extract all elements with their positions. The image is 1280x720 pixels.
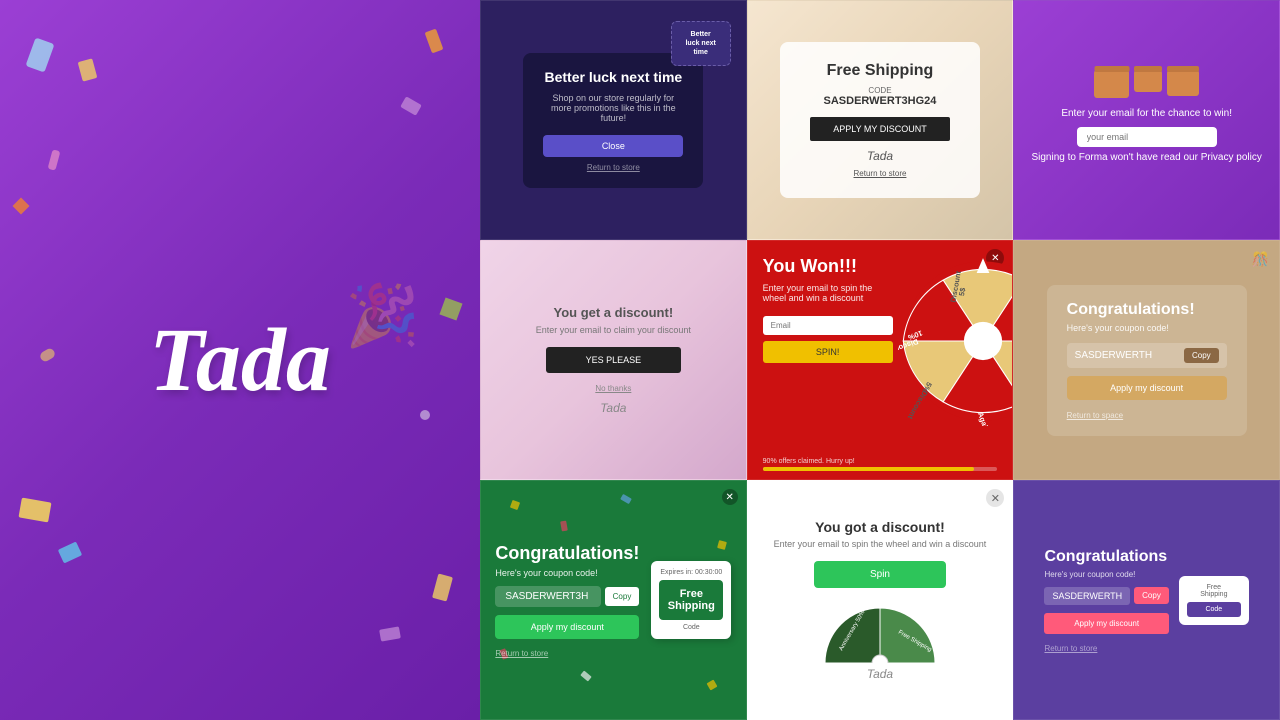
- card7-title: Congratulations!: [495, 543, 639, 564]
- apply-discount-button[interactable]: Apply my discount: [495, 615, 639, 639]
- progress-text: 90% offers claimed. Hurry up!: [763, 458, 998, 465]
- coupon-widget: FreeShipping Code: [1179, 576, 1249, 625]
- apply-discount-button[interactable]: Apply my discount: [1044, 613, 1168, 634]
- ticket-line3: time: [682, 48, 720, 57]
- coupon-code-row: SASDERWERTH Copy: [1067, 343, 1227, 368]
- card9-title: Congratulations: [1044, 548, 1168, 566]
- return-link[interactable]: Return to store: [543, 163, 683, 172]
- card2-title: Free Shipping: [810, 62, 950, 80]
- coupon-widget: Expires in: 00:30:00 FreeShipping Code: [651, 561, 731, 639]
- card5-subtitle: Enter your email to spin the wheel and w…: [763, 283, 893, 303]
- close-icon[interactable]: ✕: [722, 489, 738, 505]
- package-icon: [1134, 70, 1162, 92]
- confetti-decoration: 🎊: [1252, 251, 1269, 268]
- svg-text:Discount: Discount: [905, 389, 929, 421]
- progress-fill: [763, 467, 974, 471]
- copy-button[interactable]: Copy: [1134, 587, 1169, 604]
- return-link[interactable]: Return to store: [810, 169, 950, 178]
- card8-subtitle: Enter your email to spin the wheel and w…: [770, 539, 990, 549]
- yes-please-button[interactable]: YES PLEASE: [546, 347, 682, 373]
- mini-spin-wheel: Anniversary 50% Free Shipping: [820, 603, 940, 663]
- card6-subtitle: Here's your coupon code!: [1067, 323, 1227, 333]
- ticket-line1: Better: [682, 30, 720, 39]
- popup-card-congrats-purple: Congratulations Here's your coupon code!…: [1013, 480, 1280, 720]
- close-button[interactable]: Close: [543, 135, 683, 157]
- coupon-type-label: FreeShipping: [1187, 584, 1241, 598]
- popup-card-you-won-red: ✕ You Won!!! Enter your email to spin th…: [747, 240, 1014, 480]
- coupon-code: SASDERWERT3H: [495, 586, 600, 607]
- coupon-type: FreeShipping: [659, 580, 723, 620]
- popup-card-email-chance: Enter your email for the chance to win! …: [1013, 0, 1280, 240]
- popup-inner: Congratulations! Here's your coupon code…: [495, 543, 731, 658]
- email-input[interactable]: [763, 316, 893, 335]
- popup-card-discount-white: ✕ You got a discount! Enter your email t…: [747, 480, 1014, 720]
- spin-button[interactable]: SPIN!: [763, 341, 893, 363]
- popup-card-discount-pink: You get a discount! Enter your email to …: [480, 240, 747, 480]
- expiry-label: Expires in: 00:30:00: [659, 569, 723, 576]
- left-branding-panel: Tada 🎉: [0, 0, 480, 720]
- popup-inner: You get a discount! Enter your email to …: [501, 305, 726, 415]
- popup-card-better-luck-dark: Better luck next time Shop on our store …: [480, 0, 747, 240]
- brand-logo: Tada: [149, 309, 331, 412]
- ticket-line2: luck next: [682, 39, 720, 48]
- package-icon: [1167, 70, 1199, 96]
- return-link[interactable]: Return to store: [495, 649, 639, 658]
- close-icon[interactable]: ✕: [986, 489, 1004, 507]
- card5-title: You Won!!!: [763, 256, 893, 277]
- popup-inner: Free Shipping CODE SASDERWERT3HG24 APPLY…: [780, 42, 980, 198]
- coupon-code-row: SASDERWERT3H Copy: [495, 586, 639, 607]
- card1-body: Shop on our store regularly for more pro…: [543, 93, 683, 123]
- card6-title: Congratulations!: [1067, 301, 1227, 319]
- card9-text: Congratulations Here's your coupon code!…: [1044, 548, 1168, 653]
- code-value: SASDERWERT3HG24: [810, 95, 950, 107]
- box-icons: [1094, 70, 1199, 98]
- card8-title: You got a discount!: [770, 519, 990, 535]
- popup-card-congrats-green: ✕ Congratulations! Here's your coupon co…: [480, 480, 747, 720]
- card3-headline: Enter your email for the chance to win!: [1061, 108, 1232, 119]
- coupon-code: SASDERWERTH: [1075, 350, 1180, 361]
- popup-inner: Congratulations Here's your coupon code!…: [1044, 548, 1248, 653]
- coupon-code-small: Code: [1187, 602, 1241, 617]
- popup-card-free-shipping: Free Shipping CODE SASDERWERT3HG24 APPLY…: [747, 0, 1014, 240]
- apply-discount-button[interactable]: Apply my discount: [1067, 376, 1227, 400]
- email-input[interactable]: [1077, 127, 1217, 147]
- card7-subtitle: Here's your coupon code!: [495, 568, 639, 578]
- card4-subtitle: Enter your email to claim your discount: [501, 325, 726, 335]
- return-link[interactable]: Return to store: [1044, 644, 1168, 653]
- card5-left-content: You Won!!! Enter your email to spin the …: [763, 256, 893, 464]
- coupon-code: SASDERWERTH: [1044, 587, 1130, 605]
- progress-bar: [763, 467, 998, 471]
- privacy-text: Signing to Forma won't have read our Pri…: [1031, 152, 1261, 163]
- brand-signature: Tada: [770, 667, 990, 681]
- popup-inner: Congratulations! Here's your coupon code…: [1047, 285, 1247, 436]
- copy-button[interactable]: Copy: [605, 587, 640, 606]
- apply-discount-button[interactable]: APPLY MY DISCOUNT: [810, 117, 950, 141]
- no-thanks-link[interactable]: No thanks: [501, 384, 726, 393]
- popup-gallery: Better luck next time Shop on our store …: [480, 0, 1280, 720]
- card9-subtitle: Here's your coupon code!: [1044, 570, 1168, 579]
- card4-title: You get a discount!: [501, 305, 726, 320]
- code-label: CODE: [810, 86, 950, 95]
- brand-signature: Tada: [810, 149, 950, 163]
- package-icon: [1094, 70, 1129, 98]
- popup-inner: Better luck next time Shop on our store …: [523, 53, 703, 188]
- card7-text: Congratulations! Here's your coupon code…: [495, 543, 639, 658]
- spin-button[interactable]: Spin: [814, 561, 946, 588]
- return-link[interactable]: Return to space: [1067, 411, 1227, 420]
- code-label: Code: [659, 624, 723, 631]
- copy-button[interactable]: Copy: [1184, 348, 1219, 363]
- card1-title: Better luck next time: [543, 69, 683, 85]
- brand-signature: Tada: [501, 401, 726, 415]
- coupon-code-row: SASDERWERTH Copy: [1044, 587, 1168, 605]
- progress-container: 90% offers claimed. Hurry up!: [763, 458, 998, 471]
- spin-wheel: Free Shipping 5$ Discount 10% Discount 5…: [898, 256, 1014, 426]
- popup-inner: You got a discount! Enter your email to …: [770, 519, 990, 681]
- coupon-ticket: Better luck next time: [671, 21, 731, 66]
- popup-card-congrats-tan: 🎊 Congratulations! Here's your coupon co…: [1013, 240, 1280, 480]
